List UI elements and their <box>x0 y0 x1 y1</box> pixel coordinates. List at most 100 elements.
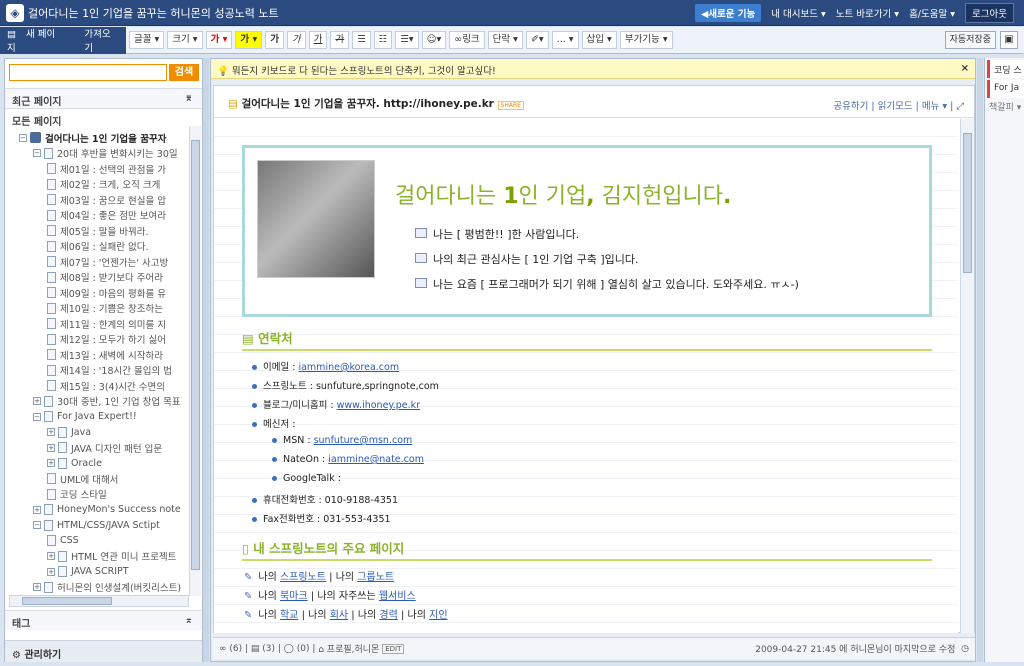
tag-list[interactable]: ⌂ 프로필,허니몬 <box>318 642 379 655</box>
school-link[interactable]: 학교 <box>280 610 298 621</box>
blog-link[interactable]: www.ihoney.pe.kr <box>337 400 420 411</box>
tree-toggle-icon[interactable]: + <box>47 443 55 452</box>
tree-toggle-icon[interactable]: + <box>47 567 55 576</box>
tree-item[interactable]: 제11일 : 한계의 의미를 지 <box>47 316 166 331</box>
search-input[interactable] <box>9 64 167 81</box>
tree-item[interactable]: 제02일 : 크게, 오직 크게 <box>47 177 160 192</box>
sidebar-splitter[interactable] <box>203 58 209 662</box>
link-count[interactable]: ∞ (6) <box>219 644 242 654</box>
tree-toggle-icon[interactable]: − <box>33 521 41 529</box>
tree-item[interactable]: 제15일 : 3(4)시간 수면의 <box>47 378 165 393</box>
addons-menu[interactable]: 부가기능 ▾ <box>619 31 673 49</box>
note-shortcut-menu[interactable]: 노트 바로가기 ▾ <box>836 6 899 20</box>
indent-icon[interactable]: ☰▾ <box>395 31 419 49</box>
logout-button[interactable]: 로그아웃 <box>965 2 1014 23</box>
history-icon[interactable]: ◷ <box>961 644 969 654</box>
tree-item[interactable]: 코딩 스타일 <box>47 487 107 502</box>
eraser-icon[interactable]: ✐▾ <box>525 31 549 49</box>
tree-item[interactable]: CSS <box>47 533 79 548</box>
springnote-logo-icon[interactable]: ◈ <box>6 3 24 22</box>
recent-pages-header[interactable]: 최근 페이지 ⌆ <box>5 88 202 108</box>
attachment-count[interactable]: ▤ (3) <box>251 644 275 654</box>
comment-count[interactable]: ◯ (0) <box>284 644 310 654</box>
nateon-link[interactable]: iammine@nate.com <box>328 454 424 465</box>
tree-item[interactable]: 제14일 : '18시간 몰입의 법 <box>47 363 172 378</box>
bookmark-link[interactable]: 북마크 <box>280 591 308 602</box>
tree-toggle-icon[interactable]: − <box>19 133 27 142</box>
tree-item[interactable]: + JAVA 디자인 패턴 입문 <box>47 440 162 455</box>
tree-item[interactable]: 제03일 : 꿈으로 현실을 압 <box>47 192 166 207</box>
new-feature-button[interactable]: ◀새로운 기능 <box>694 3 762 22</box>
notice-link[interactable]: 뭐든지 키보드로 다 된다는 스프링노트의 단축키, 그것이 알고싶다! <box>232 66 496 77</box>
tree-item[interactable]: − 20대 후반을 변화시키는 30일 <box>33 146 178 161</box>
springnote-link[interactable]: 스프링노트 <box>280 572 326 583</box>
fullscreen-icon[interactable]: ⤢ <box>956 101 964 112</box>
manage-button[interactable]: ⚙ 관리하기 <box>5 640 202 662</box>
italic-button[interactable]: 가 <box>286 31 306 49</box>
emoticon-icon[interactable]: ☺▾ <box>421 31 447 49</box>
bookmark-tab[interactable]: 책갈피 ▾ <box>989 100 1021 113</box>
tree-item[interactable]: 제13일 : 새벽에 시작하라 <box>47 347 163 362</box>
tree-toggle-icon[interactable]: + <box>33 583 41 591</box>
underline-button[interactable]: 가 <box>308 31 328 49</box>
recent-tab[interactable]: For Ja <box>987 80 1024 98</box>
close-icon[interactable]: × <box>961 63 969 74</box>
email-link[interactable]: iammine@korea.com <box>298 362 399 373</box>
tree-item[interactable]: UML에 대해서 <box>47 471 118 486</box>
msn-link[interactable]: sunfuture@msn.com <box>314 435 413 446</box>
expand-icon[interactable]: ⌅ <box>185 615 193 626</box>
font-select[interactable]: 글꼴 ▾ <box>129 31 165 49</box>
tree-item[interactable]: − 걸어다니는 1인 기업을 꿈꾸자 <box>19 130 166 145</box>
bold-button[interactable]: 가 <box>265 31 284 49</box>
tree-item[interactable]: 제07일 : '언젠가는' 사고방 <box>47 254 168 269</box>
friends-link[interactable]: 지인 <box>429 610 447 621</box>
tree-toggle-icon[interactable]: + <box>33 397 41 405</box>
menu-link[interactable]: 메뉴 ▾ <box>922 101 947 112</box>
recent-tab[interactable]: 코딩 스 <box>987 60 1024 78</box>
document-content[interactable]: 걸어다니는 1인 기업, 김지헌입니다. 나는 [ 평범한!! ]한 사람입니다… <box>214 119 958 633</box>
size-select[interactable]: 크기 ▾ <box>167 31 203 49</box>
tree-item[interactable]: + 허니몬의 인생설계(버킷리스트) <box>33 580 181 595</box>
tree-toggle-icon[interactable]: − <box>33 412 41 421</box>
home-help-menu[interactable]: 홈/도움말 ▾ <box>909 6 955 20</box>
tree-item[interactable]: 제12일 : 모두가 하기 싫어 <box>47 332 166 347</box>
tree-item[interactable]: + HoneyMon's Success note <box>33 502 181 517</box>
bullet-list-icon[interactable]: ☰ <box>352 31 371 49</box>
more-button[interactable]: ... ▾ <box>551 31 579 49</box>
read-mode-link[interactable]: 읽기모드 <box>878 101 913 112</box>
all-pages-header[interactable]: 모든 페이지 <box>5 108 202 128</box>
import-button[interactable]: 가져오기 <box>77 26 126 54</box>
link-button[interactable]: ∞링크 <box>449 31 485 49</box>
tree-item[interactable]: 제04일 : 좋은 점만 보여라 <box>47 208 166 223</box>
tree-toggle-icon[interactable]: + <box>47 459 55 467</box>
webservice-link[interactable]: 웹서비스 <box>379 591 416 602</box>
tree-item[interactable]: 제08일 : 받기보다 주어라 <box>47 270 163 285</box>
tree-vertical-scrollbar[interactable] <box>189 126 201 596</box>
tree-horizontal-scrollbar[interactable] <box>9 595 189 607</box>
tree-item[interactable]: − For Java Expert!! <box>33 409 137 424</box>
tree-item[interactable]: 제05일 : 말을 바꿔라. <box>47 223 149 238</box>
share-link[interactable]: 공유하기 <box>833 101 868 112</box>
tree-toggle-icon[interactable]: − <box>33 149 41 157</box>
numbered-list-icon[interactable]: ☷ <box>373 31 393 49</box>
tree-item[interactable]: 제10일 : 기쁨은 창조하는 <box>47 301 163 316</box>
tree-toggle-icon[interactable]: + <box>47 428 55 436</box>
tree-item[interactable]: + Java <box>47 425 91 440</box>
strikethrough-button[interactable]: 가 <box>330 31 350 49</box>
content-vertical-scrollbar[interactable] <box>960 119 974 633</box>
search-button[interactable]: 검색 <box>169 64 199 81</box>
tree-item[interactable]: + JAVA SCRIPT <box>47 564 129 579</box>
dashboard-link[interactable]: 내 대시보드 ▾ <box>771 6 826 20</box>
collapse-icon[interactable]: ⌆ <box>185 93 193 104</box>
groupnote-link[interactable]: 그룹노트 <box>357 572 394 583</box>
right-splitter[interactable] <box>977 58 983 662</box>
tree-item[interactable]: +30대 중반, 1인 기업 창업 목표 <box>33 394 181 409</box>
edit-tag-button[interactable]: EDIT <box>382 643 405 654</box>
new-page-button[interactable]: ▤ 새 페이지 <box>0 26 77 54</box>
tree-item[interactable]: + Oracle <box>47 456 102 471</box>
tree-item[interactable]: + HTML 연관 미니 프로젝트 <box>47 549 176 564</box>
company-link[interactable]: 회사 <box>330 610 348 621</box>
highlight-color-button[interactable]: 가 ▾ <box>235 31 263 49</box>
tree-item[interactable]: 제01일 : 선택의 관점을 가 <box>47 161 166 176</box>
tree-item[interactable]: − HTML/CSS/JAVA Sctipt <box>33 518 160 533</box>
